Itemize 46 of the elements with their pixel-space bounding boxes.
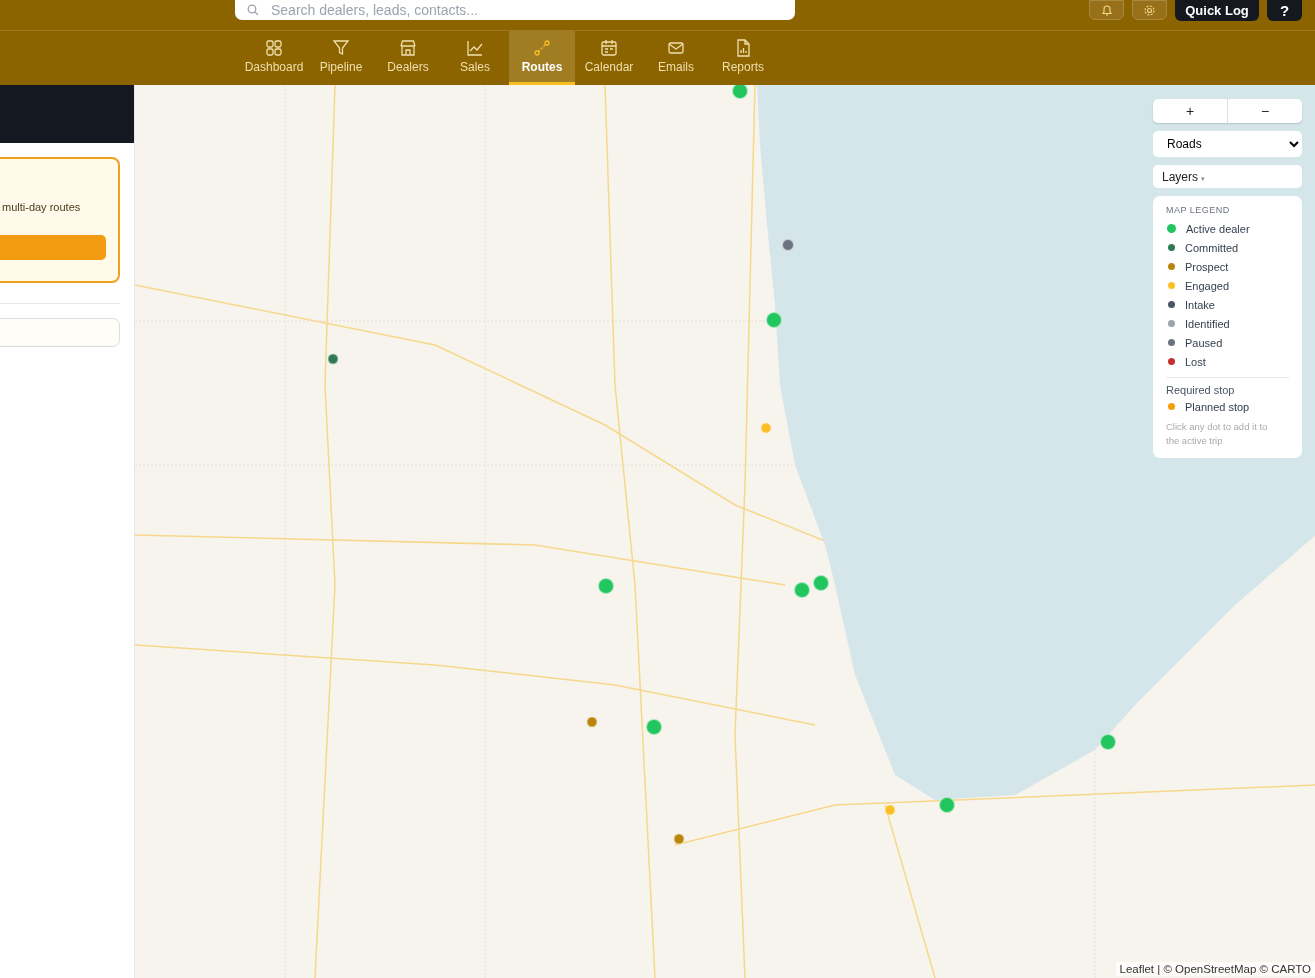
- zoom-out-button[interactable]: −: [1227, 99, 1302, 123]
- document-chart-icon: [734, 39, 752, 57]
- map-marker[interactable]: [673, 833, 685, 845]
- map-marker[interactable]: [327, 353, 339, 365]
- zoom-in-button[interactable]: +: [1153, 99, 1227, 123]
- basemap-select[interactable]: Roads: [1153, 131, 1302, 157]
- nav-tab[interactable]: Dashboard: [241, 31, 307, 85]
- input-field[interactable]: [0, 318, 120, 347]
- help-button[interactable]: ?: [1267, 0, 1302, 21]
- map-marker[interactable]: [760, 422, 772, 434]
- legend-section-title: Required stop: [1166, 384, 1236, 396]
- legend-label: Committed: [1185, 241, 1239, 254]
- nav-tab[interactable]: Pipeline: [308, 31, 374, 85]
- legend-label: Prospect: [1185, 260, 1229, 273]
- legend-label: Identified: [1185, 317, 1230, 330]
- filter-icon: [332, 39, 350, 57]
- map-marker[interactable]: [884, 804, 896, 816]
- map-marker[interactable]: [586, 716, 598, 728]
- nav-tab[interactable]: Dealers: [375, 31, 441, 85]
- line-chart-icon: [466, 39, 484, 57]
- envelope-icon: [667, 39, 685, 57]
- nav-tab[interactable]: Calendar: [576, 31, 642, 85]
- legend-label: Planned stop: [1185, 400, 1250, 413]
- route-icon: [533, 39, 551, 57]
- legend-label: Intake: [1185, 298, 1215, 311]
- legend-label: Lost: [1185, 355, 1206, 368]
- legend-hint: Click any dot to add it to the active trip: [1166, 420, 1269, 448]
- map-attribution: Leaflet | © OpenStreetMap © CARTO: [1115, 962, 1315, 976]
- nav-tab[interactable]: Emails: [643, 31, 709, 85]
- card-text: multi-day routes: [2, 201, 82, 213]
- legend-title: MAP LEGEND: [1166, 205, 1231, 215]
- calendar-icon: [600, 39, 618, 57]
- settings-button[interactable]: [1132, 0, 1167, 20]
- nav-tab[interactable]: Sales: [442, 31, 508, 85]
- legend-label: Active dealer: [1186, 222, 1250, 235]
- settings-icon: [1143, 3, 1156, 17]
- legend-label: Engaged: [1185, 279, 1230, 292]
- notifications-button[interactable]: [1089, 0, 1124, 20]
- storefront-icon: [399, 39, 417, 57]
- nav-tab[interactable]: Reports: [710, 31, 776, 85]
- grid-icon: [265, 39, 283, 57]
- legend-label: Paused: [1185, 336, 1223, 349]
- search-field[interactable]: Search dealers, leads, contacts...: [235, 0, 795, 20]
- bell-icon: [1100, 3, 1113, 17]
- nav-tab[interactable]: Routes: [509, 31, 575, 85]
- quick-log-button[interactable]: Quick Log: [1175, 0, 1259, 21]
